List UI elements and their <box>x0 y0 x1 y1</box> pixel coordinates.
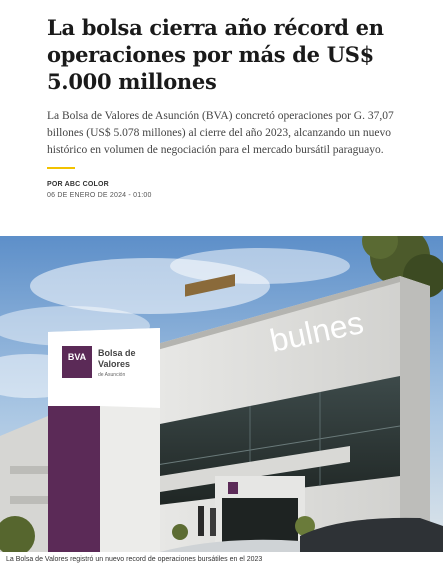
sign-line-3: de Asunción <box>98 372 125 378</box>
sign-line-2: Valores <box>98 359 130 369</box>
article-date: 06 DE ENERO DE 2024 - 01:00 <box>47 192 152 199</box>
article-lead: La Bolsa de Valores de Asunción (BVA) co… <box>47 110 394 156</box>
article-headline: La bolsa cierra año récord en operacione… <box>47 15 384 94</box>
article-photo: bulnes BVA Bolsa de Valores de Asunción <box>0 236 443 552</box>
sign-logo-text: BVA <box>68 352 87 362</box>
sign-line-1: Bolsa de <box>98 348 136 358</box>
article-byline: POR ABC COLOR <box>47 181 109 188</box>
accent-divider <box>47 167 75 169</box>
photo-caption: La Bolsa de Valores registró un nuevo re… <box>6 556 263 563</box>
